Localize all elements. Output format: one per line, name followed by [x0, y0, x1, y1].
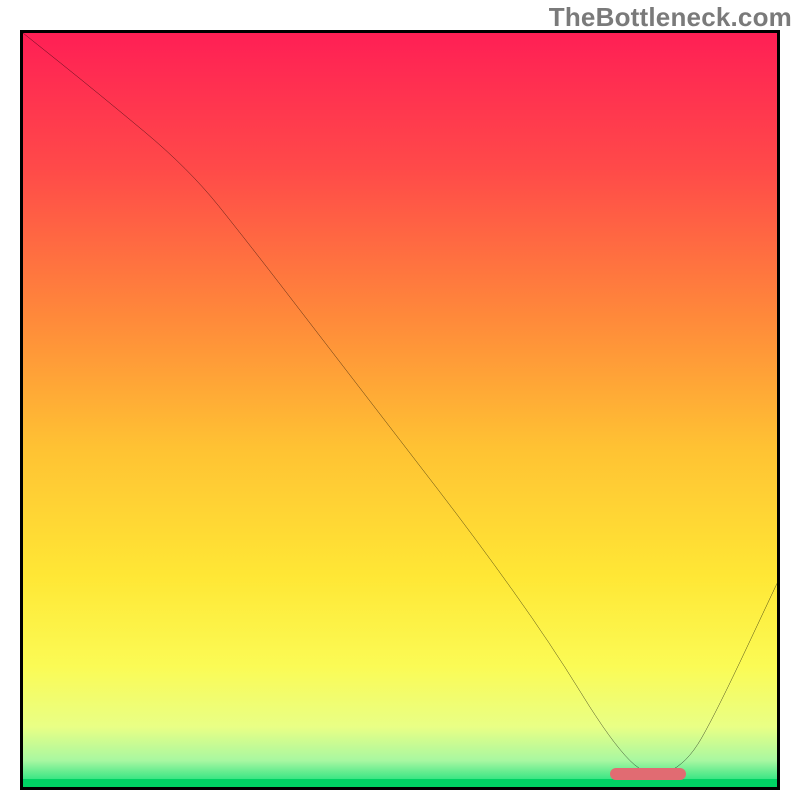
watermark-text: TheBottleneck.com [549, 2, 792, 33]
optimal-range-marker [610, 768, 685, 780]
chart-frame: TheBottleneck.com [0, 0, 800, 800]
bottleneck-curve [23, 33, 777, 787]
plot-area [20, 30, 780, 790]
